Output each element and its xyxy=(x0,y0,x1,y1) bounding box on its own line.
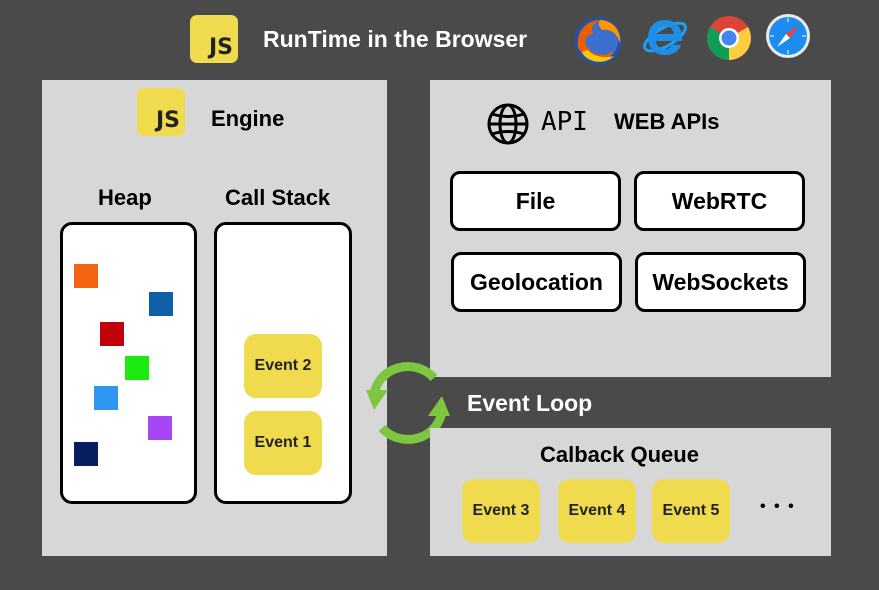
heap-object xyxy=(74,442,98,466)
engine-js-logo-text: JS xyxy=(155,108,180,133)
api-geolocation: Geolocation xyxy=(451,252,622,312)
heap-object xyxy=(100,322,124,346)
safari-icon xyxy=(766,14,810,58)
page-title: RunTime in the Browser xyxy=(263,26,528,52)
api-file: File xyxy=(450,171,621,231)
queue-event: Event 5 xyxy=(652,479,730,543)
queue-event: Event 4 xyxy=(558,479,636,543)
queue-ellipsis: • • • xyxy=(760,498,796,515)
js-logo-text: JS xyxy=(208,35,233,60)
call-stack-label: Call Stack xyxy=(225,185,331,210)
heap-object xyxy=(94,386,118,410)
api-label: API xyxy=(541,107,588,137)
heap-label: Heap xyxy=(98,185,152,210)
callback-queue-label: Calback Queue xyxy=(540,442,699,467)
heap-object xyxy=(149,292,173,316)
api-webrtc: WebRTC xyxy=(634,171,805,231)
call-stack-event: Event 1 xyxy=(244,411,322,475)
heap-object xyxy=(125,356,149,380)
api-websockets: WebSockets xyxy=(635,252,806,312)
chrome-icon xyxy=(707,16,751,60)
heap-object xyxy=(148,416,172,440)
heap-object xyxy=(74,264,98,288)
web-apis-title: WEB APIs xyxy=(614,109,720,134)
call-stack-event: Event 2 xyxy=(244,334,322,398)
queue-event: Event 3 xyxy=(462,479,540,543)
internet-explorer-icon xyxy=(643,20,687,55)
event-loop-label: Event Loop xyxy=(467,390,593,416)
globe-icon xyxy=(487,103,529,145)
engine-js-logo: JS xyxy=(137,88,185,136)
firefox-icon xyxy=(574,17,622,65)
engine-title: Engine xyxy=(211,106,285,131)
js-logo: JS xyxy=(190,15,238,63)
